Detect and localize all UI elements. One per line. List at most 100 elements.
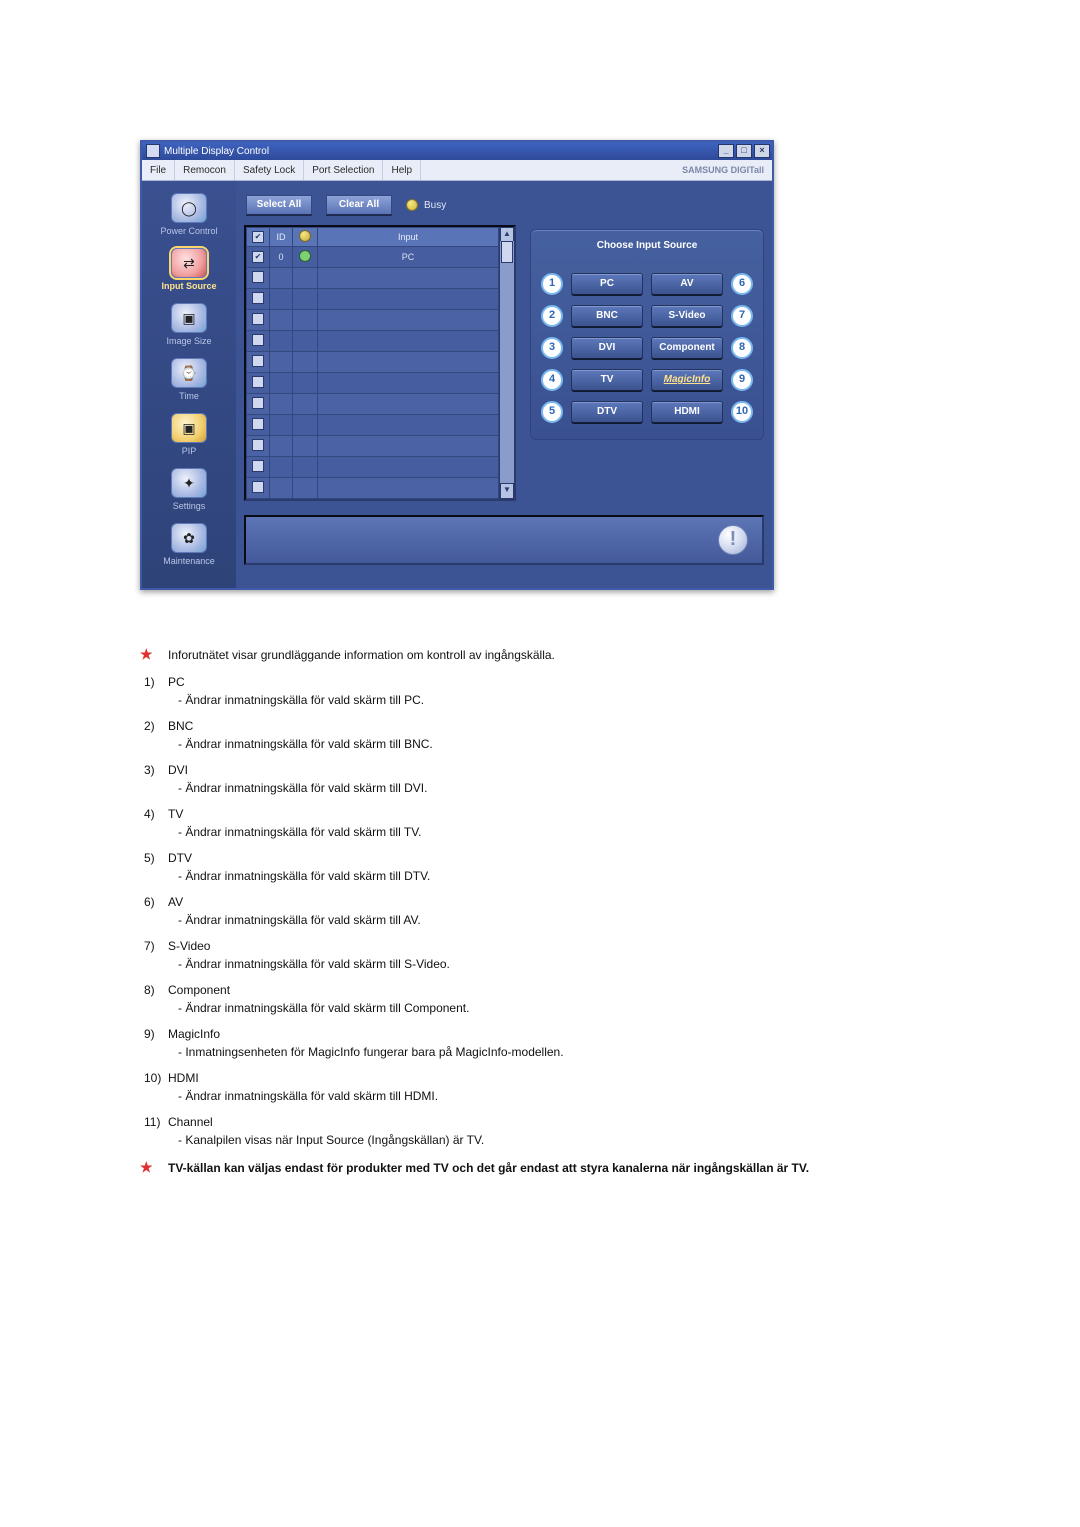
window-title: Multiple Display Control	[164, 146, 269, 157]
table-row[interactable]	[247, 457, 499, 478]
busy-label: Busy	[424, 200, 446, 211]
table-row[interactable]	[247, 331, 499, 352]
table-row[interactable]	[247, 310, 499, 331]
scroll-down-icon[interactable]: ▼	[500, 483, 514, 499]
callout-10: 10	[731, 401, 753, 423]
sidebar-item-label: Time	[179, 391, 199, 401]
source-tv-button[interactable]: TV	[571, 369, 643, 391]
busy-indicator: Busy	[406, 199, 446, 211]
table-row[interactable]	[247, 373, 499, 394]
callout-1: 1	[541, 273, 563, 295]
scroll-thumb[interactable]	[501, 241, 513, 263]
list-item: 7)S-Video- Ändrar inmatningskälla för va…	[154, 937, 990, 973]
titlebar: Multiple Display Control _ □ ×	[142, 142, 772, 160]
menu-file[interactable]: File	[142, 160, 175, 180]
row-checkbox[interactable]	[252, 397, 264, 409]
source-av-button[interactable]: AV	[651, 273, 723, 295]
list-item: 11)Channel- Kanalpilen visas när Input S…	[154, 1113, 990, 1149]
callout-9: 9	[731, 369, 753, 391]
menu-remocon[interactable]: Remocon	[175, 160, 235, 180]
sidebar-item-settings[interactable]: ✦ Settings	[142, 466, 236, 515]
menu-port-selection[interactable]: Port Selection	[304, 160, 383, 180]
star-icon: ★	[140, 644, 158, 665]
sidebar-item-pip[interactable]: ▣ PIP	[142, 411, 236, 460]
star-icon: ★	[140, 1157, 158, 1178]
row-checkbox[interactable]	[252, 355, 264, 367]
sidebar-item-label: Settings	[173, 501, 206, 511]
sidebar-item-time[interactable]: ⌚ Time	[142, 356, 236, 405]
row-checkbox[interactable]	[252, 251, 264, 263]
menu-help[interactable]: Help	[383, 160, 421, 180]
list-item: 4)TV- Ändrar inmatningskälla för vald sk…	[154, 805, 990, 841]
table-row[interactable]	[247, 268, 499, 289]
table-row[interactable]	[247, 352, 499, 373]
row-checkbox[interactable]	[252, 376, 264, 388]
list-item: 10)HDMI- Ändrar inmatningskälla för vald…	[154, 1069, 990, 1105]
app-icon	[146, 144, 160, 158]
row-led-icon	[299, 250, 311, 262]
table-row[interactable]	[247, 289, 499, 310]
minimize-button[interactable]: _	[718, 144, 734, 158]
table-row[interactable]	[247, 478, 499, 499]
table-row[interactable]: 0 PC	[247, 247, 499, 268]
sidebar-item-label: PIP	[182, 446, 197, 456]
clear-all-button[interactable]: Clear All	[326, 195, 392, 215]
source-svideo-button[interactable]: S-Video	[651, 305, 723, 327]
source-dvi-button[interactable]: DVI	[571, 337, 643, 359]
sidebar-item-label: Maintenance	[163, 556, 215, 566]
list-item: 3)DVI- Ändrar inmatningskälla för vald s…	[154, 761, 990, 797]
source-magicinfo-button[interactable]: MagicInfo	[651, 369, 723, 391]
table-row[interactable]	[247, 499, 499, 500]
row-checkbox[interactable]	[252, 418, 264, 430]
sidebar-item-label: Input Source	[161, 281, 216, 291]
row-checkbox[interactable]	[252, 334, 264, 346]
source-hdmi-button[interactable]: HDMI	[651, 401, 723, 423]
table-row[interactable]	[247, 394, 499, 415]
source-component-button[interactable]: Component	[651, 337, 723, 359]
table-row[interactable]	[247, 436, 499, 457]
select-all-button[interactable]: Select All	[246, 195, 312, 215]
list-item: 9)MagicInfo- Inmatningsenheten för Magic…	[154, 1025, 990, 1061]
row-checkbox[interactable]	[252, 292, 264, 304]
callout-5: 5	[541, 401, 563, 423]
sidebar-item-image-size[interactable]: ▣ Image Size	[142, 301, 236, 350]
callout-2: 2	[541, 305, 563, 327]
sidebar-item-input-source[interactable]: ⇄ Input Source	[142, 246, 236, 295]
source-dtv-button[interactable]: DTV	[571, 401, 643, 423]
footnote-text: TV-källan kan väljas endast för produkte…	[168, 1161, 809, 1175]
col-id: ID	[270, 228, 293, 247]
busy-dot-icon	[406, 199, 418, 211]
intro-text: Inforutnätet visar grundläggande informa…	[168, 648, 555, 662]
close-button[interactable]: ×	[754, 144, 770, 158]
row-id: 0	[270, 247, 293, 268]
source-pc-button[interactable]: PC	[571, 273, 643, 295]
col-check[interactable]	[247, 228, 270, 247]
list-item: 1)PC- Ändrar inmatningskälla för vald sk…	[154, 673, 990, 709]
status-bar: !	[244, 515, 764, 565]
input-source-panel: Choose Input Source 1 PC AV 6 2 BNC S-Vi…	[530, 229, 764, 440]
row-checkbox[interactable]	[252, 481, 264, 493]
image-size-icon: ▣	[171, 303, 207, 333]
table-row[interactable]	[247, 415, 499, 436]
sidebar-item-label: Image Size	[166, 336, 211, 346]
source-bnc-button[interactable]: BNC	[571, 305, 643, 327]
row-checkbox[interactable]	[252, 460, 264, 472]
list-item: 5)DTV- Ändrar inmatningskälla för vald s…	[154, 849, 990, 885]
row-input: PC	[318, 247, 499, 268]
maximize-button[interactable]: □	[736, 144, 752, 158]
col-input: Input	[318, 228, 499, 247]
pip-icon: ▣	[171, 413, 207, 443]
table-scrollbar[interactable]: ▲ ▼	[499, 227, 514, 499]
toolbar: Select All Clear All Busy	[236, 181, 772, 225]
row-checkbox[interactable]	[252, 439, 264, 451]
row-checkbox[interactable]	[252, 313, 264, 325]
row-checkbox[interactable]	[252, 271, 264, 283]
callout-6: 6	[731, 273, 753, 295]
description-text: ★ Inforutnätet visar grundläggande inform…	[140, 644, 990, 1178]
sidebar-item-power-control[interactable]: ◯ Power Control	[142, 191, 236, 240]
menubar: File Remocon Safety Lock Port Selection …	[142, 160, 772, 181]
menu-safety-lock[interactable]: Safety Lock	[235, 160, 304, 180]
table-header-row: ID Input	[247, 228, 499, 247]
display-table: ID Input 0 PC	[244, 225, 516, 501]
sidebar-item-maintenance[interactable]: ✿ Maintenance	[142, 521, 236, 570]
